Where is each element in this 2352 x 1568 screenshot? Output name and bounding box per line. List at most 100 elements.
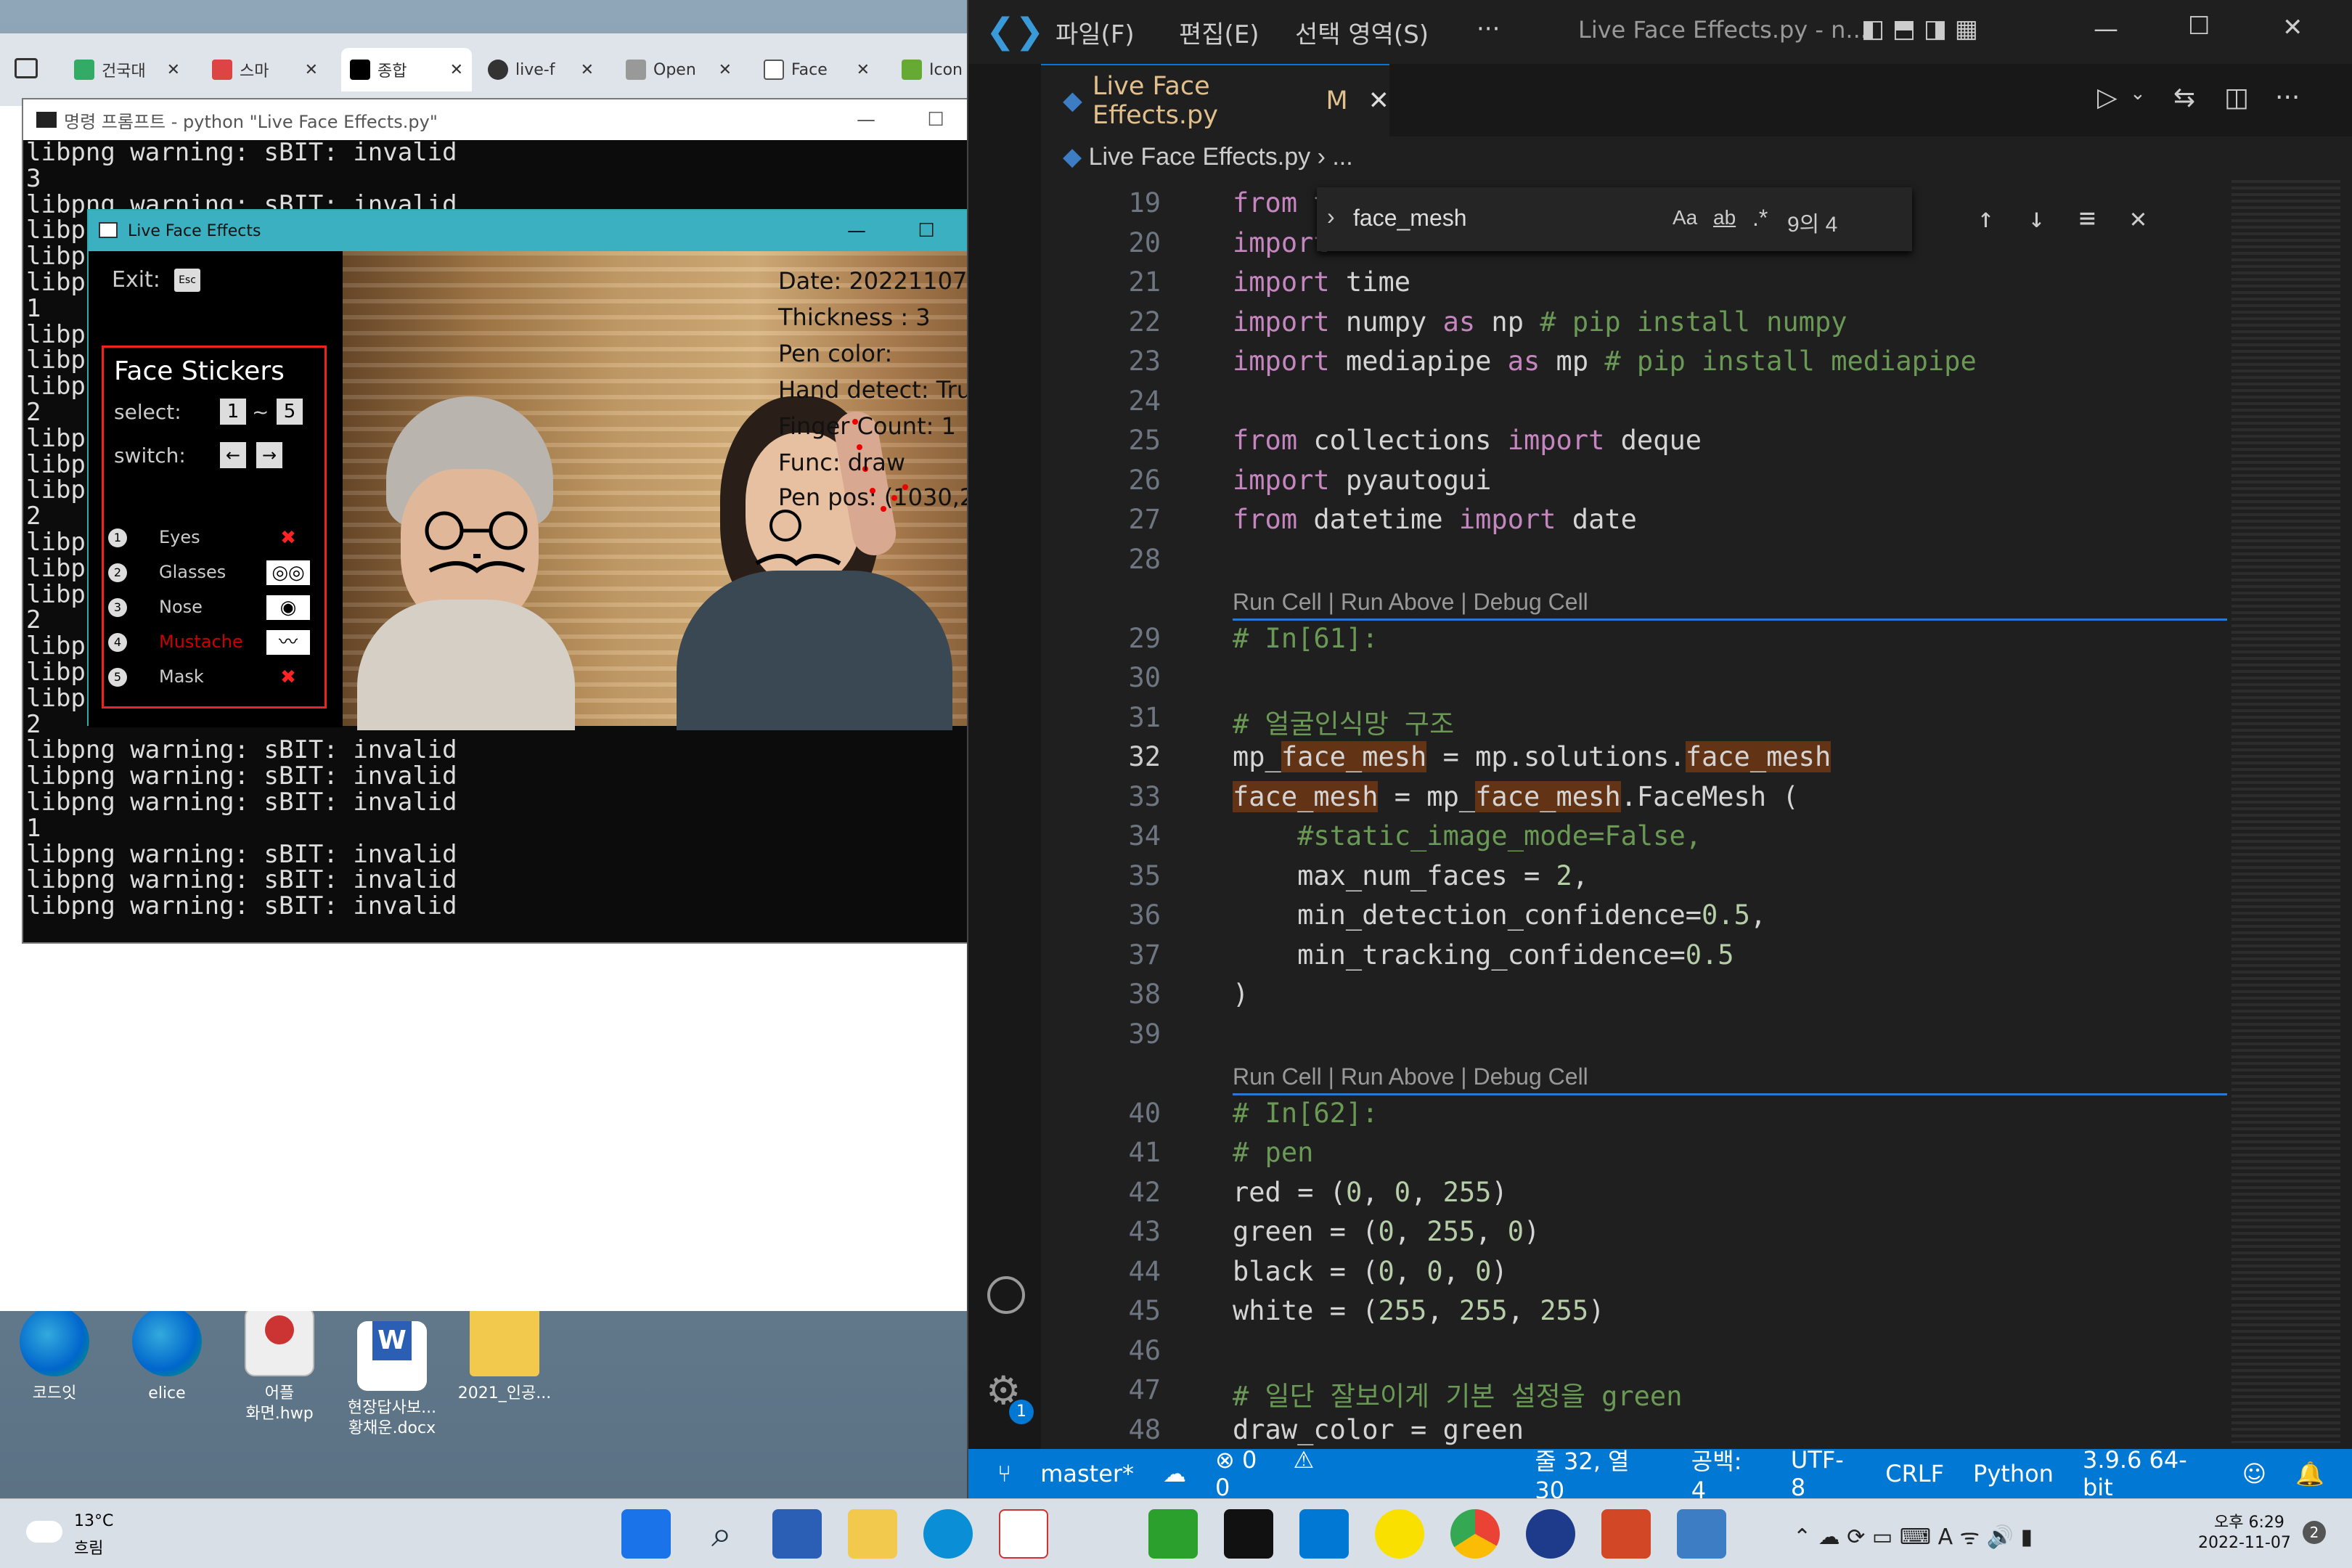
- breadcrumb[interactable]: ◆ Live Face Effects.py › ...: [1063, 142, 1353, 171]
- maximize-icon[interactable]: ☐: [891, 220, 961, 242]
- run-icon[interactable]: ▷: [2097, 83, 2118, 113]
- code-line[interactable]: import pyautogui: [1233, 465, 1491, 496]
- weather-temp[interactable]: 13°C: [74, 1512, 113, 1530]
- arrow-up-icon[interactable]: ↑: [1977, 202, 1994, 234]
- code-line[interactable]: mp_face_mesh = mp.solutions.face_mesh: [1233, 741, 1832, 772]
- status-spaces[interactable]: 공백: 4: [1691, 1443, 1762, 1504]
- code-line[interactable]: min_detection_confidence=0.5,: [1233, 899, 1766, 931]
- chevron-down-icon[interactable]: ⌄: [2130, 83, 2146, 105]
- status-problems[interactable]: ⊗ 0 ⚠ 0: [1215, 1446, 1360, 1501]
- code-line[interactable]: # In[61]:: [1233, 623, 1378, 654]
- maximize-icon[interactable]: ☐: [901, 109, 971, 131]
- code-line[interactable]: # 얼굴인식망 구조: [1233, 702, 1454, 741]
- layout-toggle-icon[interactable]: ◧ ⬒ ◨ ▦: [1861, 15, 1978, 44]
- terminal-icon[interactable]: [1224, 1509, 1273, 1559]
- tab-list-icon[interactable]: [15, 58, 38, 78]
- close-icon[interactable]: ✕: [719, 61, 732, 79]
- code-line[interactable]: max_num_faces = 2,: [1233, 860, 1588, 891]
- desktop-icon-folder[interactable]: 2021_인공...: [450, 1307, 559, 1404]
- notification-badge[interactable]: 2: [2303, 1521, 2326, 1544]
- maximize-icon[interactable]: ☐: [2188, 12, 2210, 41]
- menu-file[interactable]: 파일(F): [1055, 15, 1135, 50]
- code-line[interactable]: green = (0, 255, 0): [1233, 1216, 1540, 1247]
- close-icon[interactable]: ✕: [857, 61, 870, 79]
- status-position[interactable]: 줄 32, 열 30: [1535, 1443, 1662, 1504]
- close-icon[interactable]: ✕: [167, 61, 180, 79]
- python-app-icon[interactable]: [1677, 1509, 1726, 1559]
- face-title-bar[interactable]: Live Face Effects — ☐ ✕: [89, 211, 1031, 251]
- code-line[interactable]: # In[62]:: [1233, 1098, 1378, 1129]
- code-line[interactable]: black = (0, 0, 0): [1233, 1256, 1508, 1287]
- code-line[interactable]: #static_image_mode=False,: [1233, 820, 1702, 852]
- system-tray-icons[interactable]: ⌃ ☁ ⟳ ▭ ⌨ A ᯤ 🔊 ▮: [1793, 1521, 2033, 1551]
- close-icon[interactable]: ✕: [1368, 86, 1389, 115]
- desktop-icon-hwp[interactable]: 어플 화면.hwp: [225, 1307, 334, 1424]
- minimap[interactable]: [2231, 180, 2340, 1443]
- find-input[interactable]: face_mesh: [1353, 205, 1467, 232]
- code-line[interactable]: from datetime import date: [1233, 504, 1637, 535]
- minimize-icon[interactable]: —: [822, 220, 891, 242]
- arrow-down-icon[interactable]: ↓: [2028, 202, 2045, 234]
- hwp-icon[interactable]: [999, 1509, 1048, 1559]
- code-line[interactable]: face_mesh = mp_face_mesh.FaceMesh (: [1233, 780, 1799, 812]
- minimize-icon[interactable]: —: [831, 109, 901, 131]
- status-branch[interactable]: master*: [1040, 1460, 1134, 1487]
- compare-icon[interactable]: ⇆: [2173, 83, 2195, 113]
- word-icon[interactable]: [772, 1509, 822, 1559]
- browser-tab[interactable]: 종합 ✕: [341, 48, 472, 91]
- desktop-icon-docx[interactable]: W 현장답사보... 황채운.docx: [338, 1307, 446, 1439]
- code-line[interactable]: import numpy as np # pip install numpy: [1233, 306, 1847, 338]
- weather-icon[interactable]: [26, 1521, 62, 1543]
- browser-tab[interactable]: Open ✕: [617, 48, 740, 91]
- app-blue-icon[interactable]: [1526, 1509, 1575, 1559]
- menu-selection[interactable]: 선택 영역(S): [1295, 15, 1429, 50]
- cmd-title-bar[interactable]: 명령 프롬프트 - python "Live Face Effects.py" …: [23, 99, 1040, 140]
- edge-icon[interactable]: [923, 1509, 973, 1559]
- close-icon[interactable]: ✕: [2130, 202, 2147, 234]
- close-icon[interactable]: ✕: [450, 61, 463, 79]
- code-line[interactable]: ): [1233, 979, 1249, 1010]
- feedback-icon[interactable]: ☺: [2242, 1460, 2266, 1487]
- code-line[interactable]: import time: [1233, 266, 1410, 298]
- start-icon[interactable]: [621, 1509, 671, 1559]
- codelens-run-cell[interactable]: Run Cell | Run Above | Debug Cell: [1233, 589, 1588, 616]
- chrome-icon[interactable]: [1450, 1509, 1500, 1559]
- kakaotalk-icon[interactable]: [1375, 1509, 1424, 1559]
- code-line[interactable]: from t: [1233, 187, 1330, 219]
- split-editor-icon[interactable]: ◫: [2224, 83, 2249, 113]
- status-interpreter[interactable]: 3.9.6 64-bit: [2083, 1446, 2213, 1501]
- match-case-toggle[interactable]: Aa: [1673, 206, 1697, 229]
- browser-tab[interactable]: live-f ✕: [479, 48, 603, 91]
- search-icon[interactable]: ⌕: [697, 1509, 746, 1559]
- close-icon[interactable]: ✕: [2282, 13, 2303, 42]
- chevron-right-icon[interactable]: ›: [1327, 203, 1335, 230]
- close-icon[interactable]: ✕: [305, 61, 318, 79]
- code-line[interactable]: white = (255, 255, 255): [1233, 1295, 1604, 1326]
- file-explorer-icon[interactable]: [848, 1509, 897, 1559]
- browser-tab[interactable]: Icon: [893, 48, 973, 91]
- tab-live-face-effects[interactable]: ◆ Live Face Effects.py M ✕: [1041, 64, 1389, 136]
- minimize-icon[interactable]: —: [2094, 15, 2118, 44]
- find-in-selection-icon[interactable]: ≡: [2079, 202, 2096, 234]
- code-line[interactable]: # 일단 잘보이게 기본 설정을 green: [1233, 1374, 1682, 1413]
- desktop-icon-elice[interactable]: elice: [113, 1307, 221, 1404]
- browser-tab[interactable]: 건국대 ✕: [65, 48, 189, 91]
- whole-word-toggle[interactable]: ab: [1713, 206, 1736, 229]
- menu-more[interactable]: ···: [1477, 15, 1500, 44]
- code-editor[interactable]: ◆ Live Face Effects.py › ... 19 from t 20 i…: [1041, 136, 2352, 1449]
- desktop-icon-codeit[interactable]: 코드잇: [0, 1307, 109, 1404]
- more-actions-icon[interactable]: ···: [2275, 83, 2300, 113]
- close-icon[interactable]: ✕: [581, 61, 594, 79]
- clock-time[interactable]: 오후 6:29: [2214, 1509, 2284, 1532]
- powerpoint-icon[interactable]: [1601, 1509, 1651, 1559]
- clock-date[interactable]: 2022-11-07: [2198, 1534, 2291, 1552]
- vscode-icon[interactable]: [1299, 1509, 1349, 1559]
- regex-toggle[interactable]: .*: [1752, 205, 1768, 232]
- code-line[interactable]: draw_color = green: [1233, 1414, 1524, 1445]
- browser-tab[interactable]: Face ✕: [755, 48, 878, 91]
- browser-tab[interactable]: 스마 ✕: [203, 48, 327, 91]
- status-language[interactable]: Python: [1973, 1460, 2054, 1487]
- status-eol[interactable]: CRLF: [1885, 1460, 1944, 1487]
- code-line[interactable]: import: [1233, 227, 1330, 258]
- code-line[interactable]: from collections import deque: [1233, 425, 1702, 456]
